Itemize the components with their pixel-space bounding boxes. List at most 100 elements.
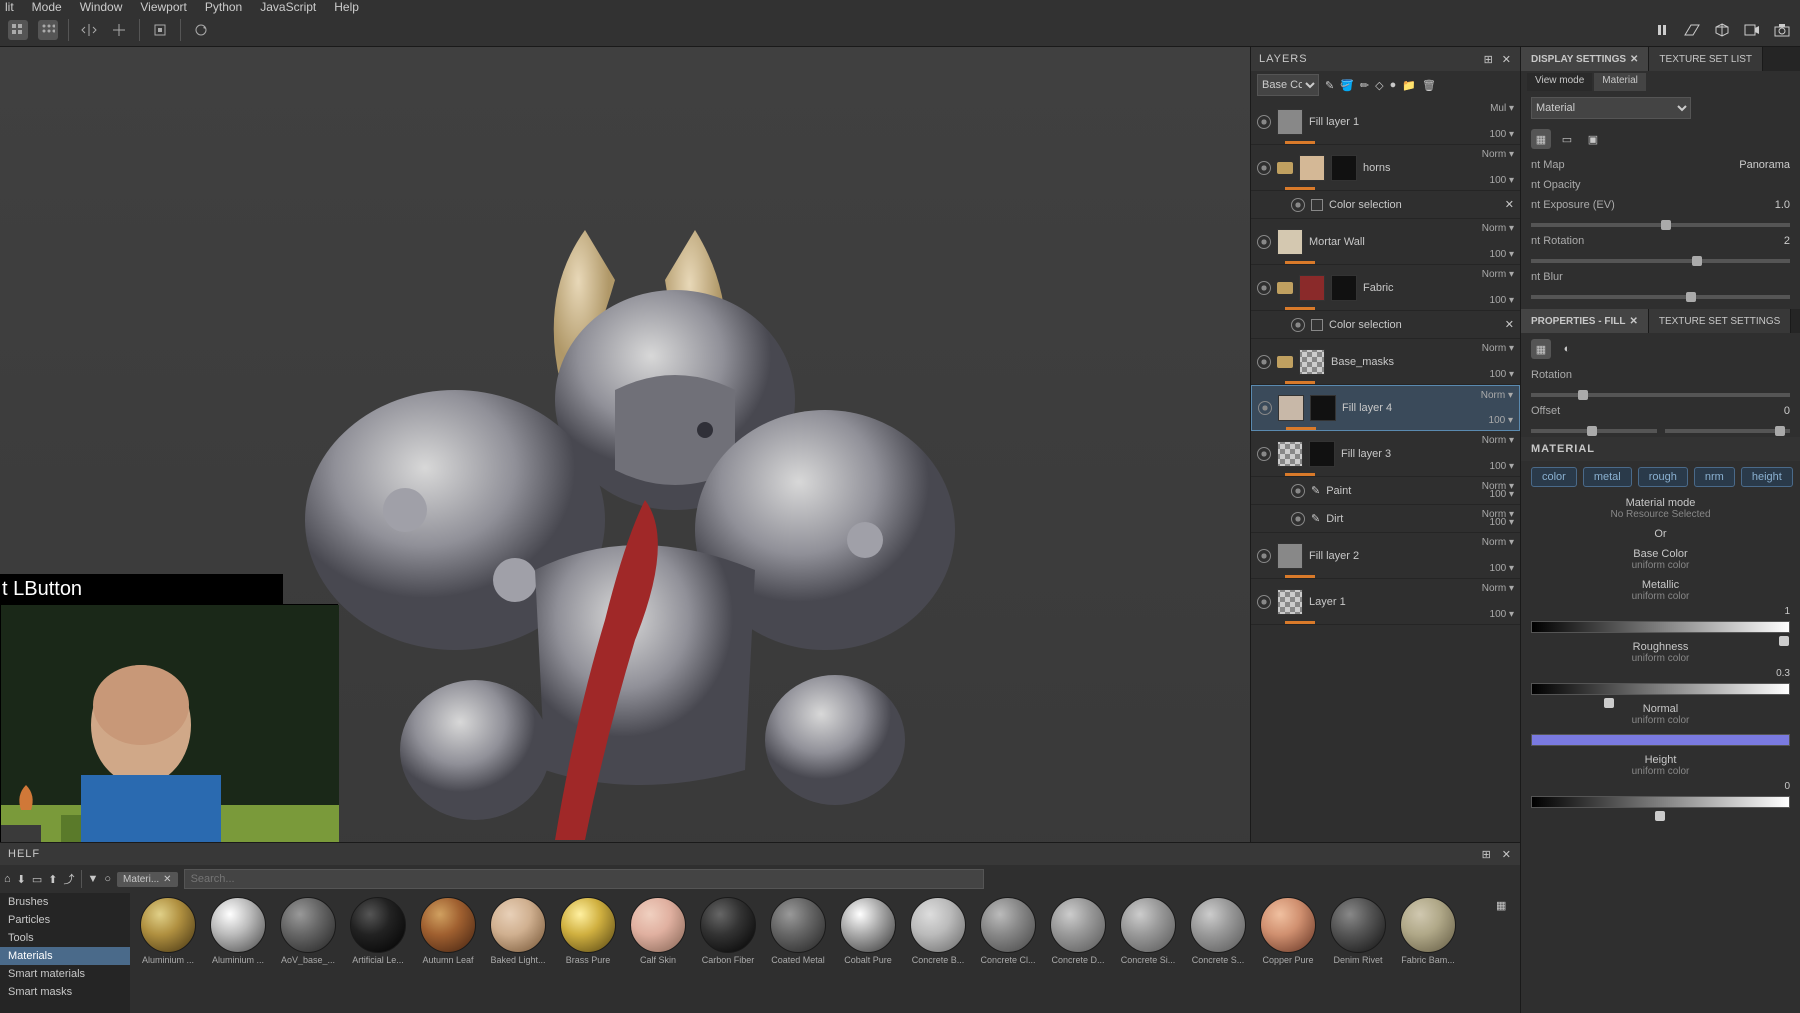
- blend-mode[interactable]: Norm ▾: [1482, 149, 1514, 160]
- layer-item[interactable]: FabricNorm ▾100 ▾: [1251, 265, 1520, 311]
- visibility-toggle[interactable]: [1291, 512, 1305, 526]
- layer-mask[interactable]: [1331, 275, 1357, 301]
- height-slider[interactable]: [1531, 796, 1790, 808]
- blend-mode[interactable]: Norm ▾: [1482, 223, 1514, 234]
- channel-metal[interactable]: metal: [1583, 467, 1632, 487]
- blend-mode[interactable]: Norm ▾: [1481, 390, 1513, 401]
- symmetry-icon[interactable]: [79, 20, 99, 40]
- material-item[interactable]: Concrete S...: [1184, 897, 1252, 1009]
- material-item[interactable]: Aluminium ...: [134, 897, 202, 1009]
- exposure-slider[interactable]: [1531, 223, 1790, 227]
- material-item[interactable]: Baked Light...: [484, 897, 552, 1009]
- metallic-slider[interactable]: [1531, 621, 1790, 633]
- roughness-slider[interactable]: [1531, 683, 1790, 695]
- material-item[interactable]: Concrete D...: [1044, 897, 1112, 1009]
- fill-mode-icon[interactable]: ▦: [1531, 339, 1551, 359]
- tab-properties-fill[interactable]: PROPERTIES - FILL✕: [1521, 309, 1649, 333]
- channel-rough[interactable]: rough: [1638, 467, 1688, 487]
- dotgrid-icon[interactable]: [38, 20, 58, 40]
- material-item[interactable]: Coated Metal: [764, 897, 832, 1009]
- subtab-material[interactable]: Material: [1594, 73, 1646, 91]
- filter-tag[interactable]: Materi...✕: [117, 872, 178, 887]
- shelf-cat-smart-materials[interactable]: Smart materials: [0, 965, 130, 983]
- layer-item[interactable]: hornsNorm ▾100 ▾: [1251, 145, 1520, 191]
- close-icon[interactable]: ✕: [1505, 318, 1514, 331]
- layer-opacity[interactable]: 100 ▾: [1489, 415, 1513, 426]
- visibility-toggle[interactable]: [1258, 401, 1272, 415]
- visibility-toggle[interactable]: [1257, 355, 1271, 369]
- visibility-toggle[interactable]: [1291, 198, 1305, 212]
- layer-effect[interactable]: ✎DirtNorm ▾100 ▾: [1251, 505, 1520, 533]
- search-input[interactable]: [184, 869, 984, 889]
- dock-icon[interactable]: ⊞: [1484, 53, 1494, 66]
- grid-view-icon[interactable]: ▦: [1496, 900, 1506, 912]
- folder-icon[interactable]: 📁: [1402, 79, 1416, 92]
- material-item[interactable]: Denim Rivet: [1324, 897, 1392, 1009]
- mirror-icon[interactable]: [109, 20, 129, 40]
- menu-window[interactable]: Window: [80, 0, 123, 14]
- video-icon[interactable]: [1742, 20, 1762, 40]
- layer-opacity[interactable]: 100 ▾: [1490, 129, 1514, 140]
- close-icon[interactable]: ✕: [1629, 316, 1637, 327]
- sphere-icon[interactable]: ●: [1390, 79, 1397, 91]
- material-item[interactable]: Concrete Cl...: [974, 897, 1042, 1009]
- blend-mode[interactable]: Norm ▾: [1482, 435, 1514, 446]
- close-icon[interactable]: ✕: [163, 874, 171, 885]
- offset-y-slider[interactable]: [1665, 429, 1791, 433]
- shelf-cat-smart-masks[interactable]: Smart masks: [0, 983, 130, 1001]
- brush-icon[interactable]: ✏: [1360, 79, 1369, 92]
- shelf-cat-tools[interactable]: Tools: [0, 929, 130, 947]
- folder-icon[interactable]: ▭: [32, 873, 42, 886]
- shelf-cat-materials[interactable]: Materials: [0, 947, 130, 965]
- menu-viewport[interactable]: Viewport: [140, 0, 186, 14]
- layer-opacity[interactable]: 100 ▾: [1490, 295, 1514, 306]
- layer-opacity[interactable]: 100 ▾: [1490, 489, 1514, 500]
- layer-item[interactable]: Fill layer 2Norm ▾100 ▾: [1251, 533, 1520, 579]
- shelf-cat-brushes[interactable]: Brushes: [0, 893, 130, 911]
- material-select[interactable]: Material: [1531, 97, 1691, 119]
- blend-mode[interactable]: Norm ▾: [1482, 343, 1514, 354]
- layer-opacity[interactable]: 100 ▾: [1490, 461, 1514, 472]
- material-item[interactable]: Carbon Fiber: [694, 897, 762, 1009]
- layer-item[interactable]: Base_masksNorm ▾100 ▾: [1251, 339, 1520, 385]
- material-item[interactable]: Brass Pure: [554, 897, 622, 1009]
- filter-icon[interactable]: ▼: [88, 873, 99, 885]
- layer-opacity[interactable]: 100 ▾: [1490, 517, 1514, 528]
- fill-rotation-slider[interactable]: [1531, 393, 1790, 397]
- layer-mask[interactable]: [1310, 395, 1336, 421]
- close-icon[interactable]: ✕: [1630, 54, 1638, 65]
- subtab-view-mode[interactable]: View mode: [1527, 73, 1592, 91]
- channel-nrm[interactable]: nrm: [1694, 467, 1735, 487]
- trash-icon[interactable]: 🗑: [1422, 79, 1436, 92]
- visibility-toggle[interactable]: [1257, 549, 1271, 563]
- image-mode-icon[interactable]: ▦: [1531, 129, 1551, 149]
- menu-lit[interactable]: lit: [5, 0, 14, 14]
- visibility-toggle[interactable]: [1257, 595, 1271, 609]
- layer-opacity[interactable]: 100 ▾: [1490, 249, 1514, 260]
- layer-opacity[interactable]: 100 ▾: [1490, 369, 1514, 380]
- channel-select[interactable]: Base Cc: [1257, 74, 1319, 96]
- blend-mode[interactable]: Norm ▾: [1482, 583, 1514, 594]
- layer-item[interactable]: Mortar WallNorm ▾100 ▾: [1251, 219, 1520, 265]
- offset-x-slider[interactable]: [1531, 429, 1657, 433]
- normal-color[interactable]: [1531, 734, 1790, 746]
- cube-icon[interactable]: [1712, 20, 1732, 40]
- layer-item[interactable]: Layer 1Norm ▾100 ▾: [1251, 579, 1520, 625]
- close-icon[interactable]: ✕: [1502, 53, 1512, 66]
- close-icon[interactable]: ✕: [1505, 198, 1514, 211]
- checkbox[interactable]: [1311, 319, 1323, 331]
- blur-slider[interactable]: [1531, 295, 1790, 299]
- perspective-icon[interactable]: [1682, 20, 1702, 40]
- visibility-toggle[interactable]: [1257, 281, 1271, 295]
- material-item[interactable]: Copper Pure: [1254, 897, 1322, 1009]
- uv-mode-icon[interactable]: ◐: [1557, 339, 1577, 359]
- layer-effect[interactable]: Color selection✕: [1251, 311, 1520, 339]
- export-icon[interactable]: ⬆: [48, 873, 57, 886]
- visibility-toggle[interactable]: [1257, 447, 1271, 461]
- layer-opacity[interactable]: 100 ▾: [1490, 609, 1514, 620]
- home-icon[interactable]: ⌂: [4, 873, 11, 885]
- material-item[interactable]: Autumn Leaf: [414, 897, 482, 1009]
- camera-icon[interactable]: [1772, 20, 1792, 40]
- layer-effect[interactable]: Color selection✕: [1251, 191, 1520, 219]
- link-icon[interactable]: ⤴: [64, 871, 75, 887]
